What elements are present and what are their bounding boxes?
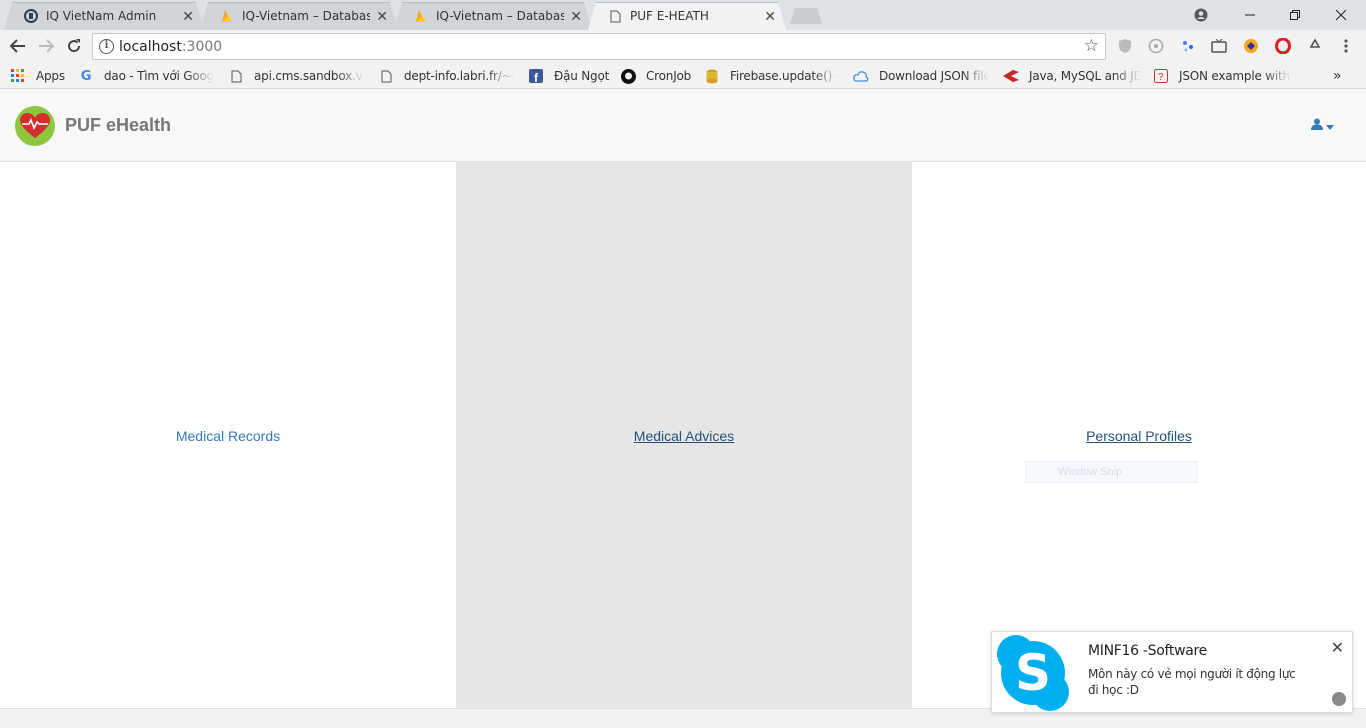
bookmark-label: api.cms.sandbox.vn:8 (254, 69, 364, 83)
iq-favicon-icon (24, 9, 38, 23)
bookmark-label: dao - Tìm với Google (104, 69, 214, 83)
bookmark-firebase-update[interactable]: Firebase.update() - F (704, 68, 840, 84)
bookmark-star-icon[interactable]: ☆ (1084, 36, 1099, 56)
browser-tab[interactable]: IQ VietNam Admin ✕ (4, 2, 204, 30)
brand-title[interactable]: PUF eHealth (65, 115, 171, 136)
personal-profiles-link[interactable]: Personal Profiles (1086, 428, 1192, 444)
bookmark-json-example[interactable]: ? JSON example with F (1153, 68, 1291, 84)
bookmark-download-json[interactable]: Download JSON file (853, 68, 989, 84)
firebase-icon (220, 9, 234, 23)
window-snip-tooltip: Window Snip (1025, 461, 1198, 483)
page-icon (608, 9, 622, 23)
json-icon: ? (1153, 68, 1169, 84)
extension-circle-icon[interactable] (1147, 37, 1165, 55)
skype-icon: S (996, 634, 1070, 712)
notification-message: Môn này có vẻ mọi người ít động lực đi h… (1088, 667, 1296, 697)
skype-notification[interactable]: S MINF16 -Software Môn này có vẻ mọi ngư… (991, 631, 1353, 713)
tv-cast-icon[interactable] (1210, 37, 1228, 55)
back-arrow-icon[interactable] (6, 34, 30, 58)
user-menu-dropdown[interactable] (1311, 117, 1334, 133)
url-text[interactable]: localhost:3000 (119, 39, 222, 55)
new-tab-button[interactable] (790, 8, 822, 24)
medical-advices-link[interactable]: Medical Advices (634, 428, 734, 444)
bookmark-apps[interactable]: Apps (10, 68, 72, 84)
bookmark-java-mysql[interactable]: Java, MySQL and JDB (1003, 68, 1141, 84)
bookmark-cronjob[interactable]: CronJob (620, 68, 696, 84)
notification-title: MINF16 -Software (1088, 643, 1207, 659)
bookmark-label: CronJob (646, 69, 692, 83)
page-icon (378, 68, 394, 84)
cloud-icon (853, 68, 869, 84)
info-icon[interactable]: i (99, 39, 114, 54)
more-bookmarks-button[interactable]: » (1333, 68, 1347, 84)
medical-records-link[interactable]: Medical Records (176, 428, 280, 444)
url-host: localhost (119, 39, 182, 55)
database-icon (704, 68, 720, 84)
url-port: :3000 (181, 39, 223, 55)
reply-icon[interactable] (1332, 692, 1346, 706)
app-navbar: PUF eHealth (0, 89, 1366, 162)
firebase-icon (414, 9, 428, 23)
close-icon[interactable]: ✕ (570, 8, 582, 25)
browser-tab-strip: IQ VietNam Admin ✕ IQ-Vietnam – Database… (0, 0, 1366, 30)
bookmark-label: dept-info.labri.fr/~gr (404, 69, 514, 83)
facebook-icon: f (528, 68, 544, 84)
heart-logo-icon[interactable] (15, 106, 55, 146)
bookmark-facebook[interactable]: f Đậu Ngọt (528, 68, 614, 84)
tab-title: IQ VietNam Admin (46, 9, 157, 23)
browser-tab[interactable]: IQ-Vietnam – Database – ✕ (200, 2, 398, 30)
menu-kebab-icon[interactable] (1337, 37, 1355, 55)
panel-personal-profiles[interactable]: Personal Profiles (912, 162, 1366, 708)
tab-title: IQ-Vietnam – Database – (436, 9, 565, 23)
bookmark-api-cms[interactable]: api.cms.sandbox.vn:8 (228, 68, 364, 84)
opera-icon[interactable] (1274, 37, 1292, 55)
panel-medical-advices[interactable]: Medical Advices (456, 162, 912, 708)
forward-arrow-icon[interactable] (34, 34, 58, 58)
extension-shield-icon[interactable] (1242, 37, 1260, 55)
svg-text:S: S (1015, 644, 1051, 702)
browser-tab[interactable]: IQ-Vietnam – Database – ✕ (394, 2, 592, 30)
shield-icon[interactable] (1116, 37, 1134, 55)
bookmark-label: Firebase.update() - F (730, 69, 840, 83)
svg-text:?: ? (1158, 72, 1164, 83)
address-bar[interactable]: i localhost:3000 ☆ (92, 33, 1106, 60)
user-icon (1311, 117, 1323, 133)
bookmark-google-search[interactable]: G dao - Tìm với Google (78, 68, 214, 84)
page-icon (228, 68, 244, 84)
minimize-button[interactable] (1227, 0, 1273, 30)
panel-medical-records[interactable]: Medical Records (0, 162, 456, 708)
tab-title: IQ-Vietnam – Database – (242, 9, 371, 23)
bookmark-dept-info[interactable]: dept-info.labri.fr/~gr (378, 68, 514, 84)
browser-toolbar: i localhost:3000 ☆ (0, 30, 1366, 63)
close-icon[interactable]: ✕ (1331, 638, 1344, 658)
close-icon[interactable]: ✕ (764, 8, 776, 25)
java-icon (1003, 68, 1019, 84)
close-icon[interactable]: ✕ (376, 8, 388, 25)
caret-down-icon (1326, 117, 1334, 133)
bookmark-label: Java, MySQL and JDB (1029, 69, 1141, 83)
profile-icon[interactable] (1178, 0, 1224, 30)
github-icon (620, 68, 636, 84)
bookmark-label: Download JSON file (879, 69, 989, 83)
recycle-icon[interactable] (1306, 37, 1324, 55)
bookmark-label: Đậu Ngọt (554, 69, 610, 83)
google-icon: G (80, 68, 92, 84)
close-icon[interactable]: ✕ (182, 8, 194, 25)
browser-tab-active[interactable]: PUF E-HEATH ✕ (588, 2, 786, 30)
bookmarks-bar: Apps G dao - Tìm với Google api.cms.sand… (0, 63, 1366, 89)
main-panels: Medical Records Medical Advices Personal… (0, 162, 1366, 708)
apps-grid-icon (10, 68, 26, 84)
extension-dots-icon[interactable] (1179, 37, 1197, 55)
bookmark-label: JSON example with F (1179, 69, 1291, 83)
reload-icon[interactable] (62, 34, 86, 58)
bookmark-label: Apps (36, 69, 65, 83)
close-window-button[interactable] (1318, 0, 1364, 30)
tab-title: PUF E-HEATH (630, 9, 709, 23)
restore-button[interactable] (1272, 0, 1318, 30)
